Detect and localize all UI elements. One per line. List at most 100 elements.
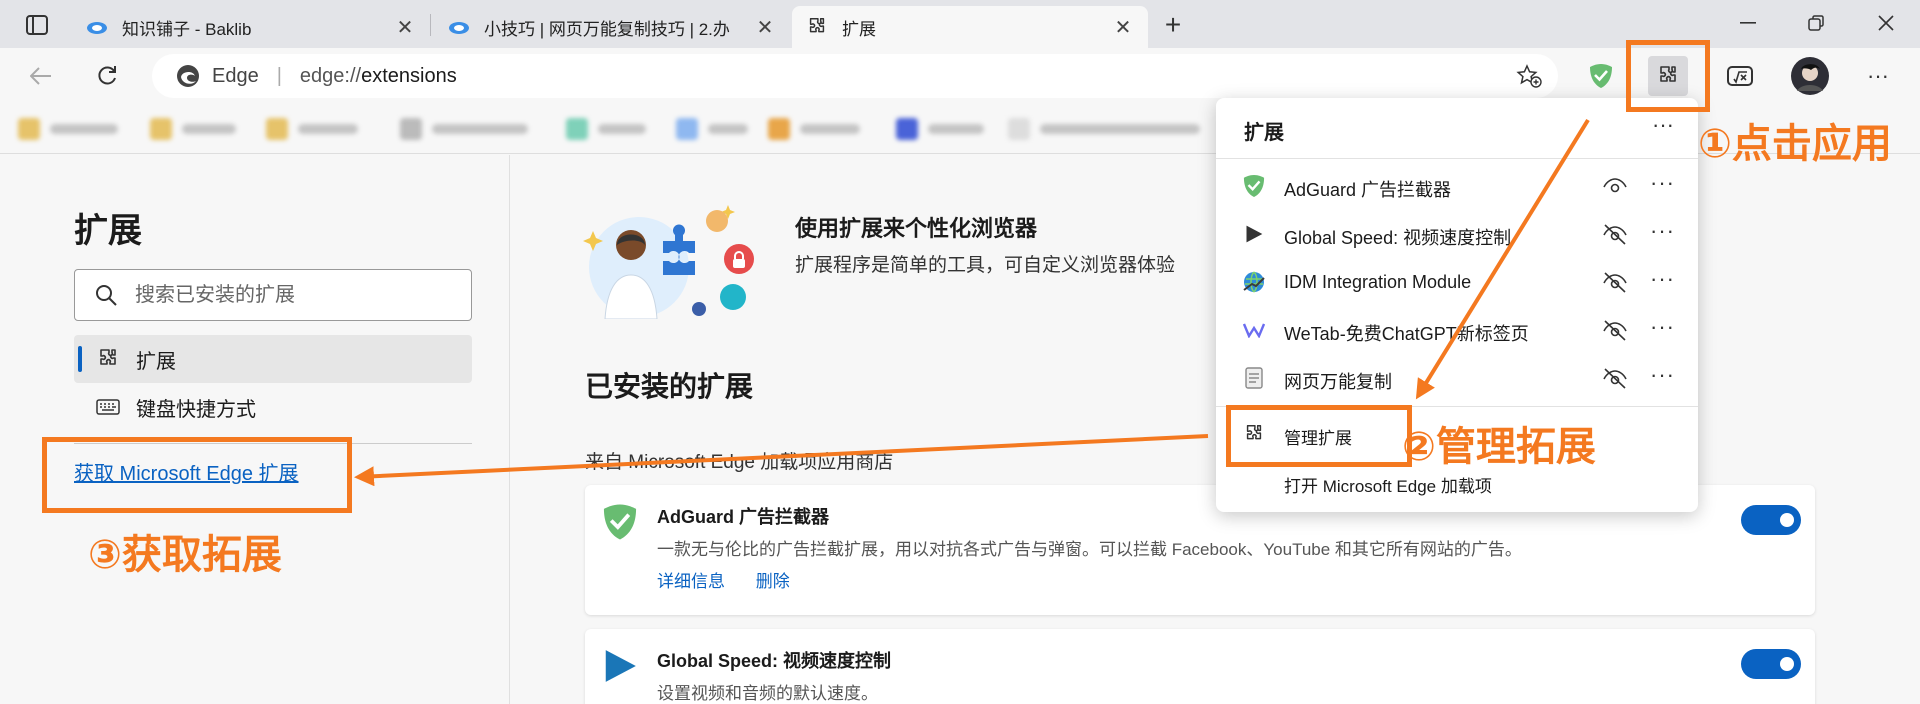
baklib-favicon-icon <box>448 16 470 38</box>
sidebar-title: 扩展 <box>74 212 142 250</box>
extension-name: Global Speed: 视频速度控制 <box>657 651 892 671</box>
installed-section-title: 已安装的扩展 <box>585 371 754 402</box>
highlight-manage-extensions <box>1226 405 1412 467</box>
favorite-item[interactable] <box>266 116 358 142</box>
favorite-item[interactable] <box>18 116 118 142</box>
settings-more-button[interactable]: ··· <box>1860 58 1896 94</box>
extensions-sidebar: 扩展 扩展 键盘快捷方式 获取 Microsoft Edge 扩展 <box>0 155 510 704</box>
profile-avatar[interactable] <box>1790 56 1830 96</box>
popup-extension-name: AdGuard 广告拦截器 <box>1284 180 1452 200</box>
copy-doc-icon <box>1242 366 1266 390</box>
popup-extension-item[interactable]: Global Speed: 视频速度控制 ··· <box>1216 210 1698 258</box>
adguard-toolbar-button[interactable] <box>1583 58 1619 94</box>
add-favorite-button[interactable] <box>1516 64 1542 94</box>
tab-close-icon[interactable]: ✕ <box>754 15 776 40</box>
tab-extensions[interactable]: 扩展 ✕ <box>792 6 1148 48</box>
tab-actions-icon <box>26 15 48 35</box>
favorite-item[interactable] <box>400 116 528 142</box>
extension-description: 设置视频和音频的默认速度。 <box>657 684 878 703</box>
annotation-step1: ①点击应用 <box>1698 121 1892 167</box>
popup-extension-item[interactable]: AdGuard 广告拦截器 ··· <box>1216 162 1698 210</box>
address-bar[interactable]: Edge | edge://extensions <box>152 54 1558 98</box>
hero-description: 扩展程序是简单的工具，可自定义浏览器体验 <box>795 255 1176 276</box>
math-solver-icon <box>1727 66 1753 86</box>
eye-hidden-icon[interactable] <box>1602 366 1628 390</box>
url-path: extensions <box>361 64 457 87</box>
url-prefix: edge:// <box>299 64 362 87</box>
popup-extension-item[interactable]: IDM Integration Module ··· <box>1216 258 1698 306</box>
sidebar-item-keyboard-shortcuts[interactable]: 键盘快捷方式 <box>74 383 472 431</box>
puzzle-icon <box>96 347 120 371</box>
item-more-button[interactable]: ··· <box>1650 362 1675 388</box>
refresh-icon <box>98 66 116 85</box>
extension-name: AdGuard 广告拦截器 <box>657 507 830 527</box>
address-edge-label: Edge <box>212 64 259 87</box>
extension-card-global-speed: Global Speed: 视频速度控制 设置视频和音频的默认速度。 <box>585 629 1815 704</box>
tab-actions-button[interactable] <box>22 10 52 40</box>
puzzle-icon <box>806 16 828 38</box>
math-solver-button[interactable] <box>1722 58 1758 94</box>
popup-extension-name: WeTab-免费ChatGPT新标签页 <box>1284 324 1529 344</box>
item-more-button[interactable]: ··· <box>1650 314 1675 340</box>
back-button[interactable] <box>24 59 58 93</box>
popup-extension-item[interactable]: 网页万能复制 ··· <box>1216 354 1698 402</box>
eye-icon[interactable] <box>1602 174 1628 198</box>
minimize-icon <box>1740 22 1756 24</box>
popup-title: 扩展 <box>1244 122 1284 144</box>
tab-close-icon[interactable]: ✕ <box>394 15 416 40</box>
tab-tips[interactable]: 小技巧 | 网页万能复制技巧 | 2.办 ✕ <box>434 6 790 48</box>
popup-extension-name: Global Speed: 视频速度控制 <box>1284 228 1512 248</box>
eye-hidden-icon[interactable] <box>1602 318 1628 342</box>
minimize-button[interactable] <box>1728 6 1768 40</box>
tab-close-icon[interactable]: ✕ <box>1112 15 1134 40</box>
eye-hidden-icon[interactable] <box>1602 270 1628 294</box>
new-tab-button[interactable]: + <box>1158 9 1188 40</box>
favorite-item[interactable] <box>676 116 748 142</box>
item-more-button[interactable]: ··· <box>1650 218 1675 244</box>
favorite-item[interactable] <box>896 116 984 142</box>
highlight-get-extensions <box>42 437 352 513</box>
play-triangle-icon <box>605 650 636 682</box>
popup-divider <box>1216 158 1698 159</box>
wetab-icon <box>1242 318 1266 342</box>
search-input[interactable] <box>135 283 435 307</box>
sidebar-item-label: 扩展 <box>136 350 176 373</box>
restore-button[interactable] <box>1796 6 1836 40</box>
close-window-button[interactable] <box>1866 6 1906 40</box>
idm-globe-icon <box>1242 270 1266 294</box>
annotation-step3: ③获取拓展 <box>88 532 282 578</box>
more-icon: ··· <box>1867 63 1889 88</box>
annotation-step2: ②管理拓展 <box>1402 424 1596 470</box>
star-plus-icon <box>1516 64 1542 88</box>
close-icon <box>1878 15 1894 31</box>
keyboard-icon <box>96 395 120 419</box>
hero-title: 使用扩展来个性化浏览器 <box>795 216 1038 241</box>
popup-extension-name: IDM Integration Module <box>1284 272 1472 292</box>
search-extensions-field[interactable] <box>74 269 472 321</box>
favorite-item[interactable] <box>566 116 646 142</box>
remove-link[interactable]: 删除 <box>756 572 790 591</box>
sidebar-item-extensions[interactable]: 扩展 <box>74 335 472 383</box>
popup-extension-item[interactable]: WeTab-免费ChatGPT新标签页 ··· <box>1216 306 1698 354</box>
details-link[interactable]: 详细信息 <box>657 572 725 591</box>
item-more-button[interactable]: ··· <box>1650 266 1675 292</box>
popup-more-button[interactable]: ··· <box>1652 112 1674 138</box>
tab-title: 知识铺子 - Baklib <box>122 19 252 39</box>
favorite-item[interactable] <box>1008 116 1200 142</box>
open-addons-label: 打开 Microsoft Edge 加载项 <box>1284 477 1492 496</box>
eye-hidden-icon[interactable] <box>1602 222 1628 246</box>
active-indicator <box>78 346 82 372</box>
extension-toggle[interactable] <box>1741 649 1801 679</box>
refresh-button[interactable] <box>90 59 124 93</box>
favorite-item[interactable] <box>768 116 860 142</box>
extension-links: 详细信息 删除 <box>657 567 816 592</box>
extension-toggle[interactable] <box>1741 505 1801 535</box>
adguard-shield-icon <box>1590 64 1612 88</box>
item-more-button[interactable]: ··· <box>1650 170 1675 196</box>
arrow-left-icon <box>30 67 51 85</box>
restore-icon <box>1808 15 1824 31</box>
tab-baklib[interactable]: 知识铺子 - Baklib ✕ <box>72 6 430 48</box>
search-icon <box>96 285 117 306</box>
favorite-item[interactable] <box>150 116 236 142</box>
play-triangle-icon <box>1242 222 1266 246</box>
